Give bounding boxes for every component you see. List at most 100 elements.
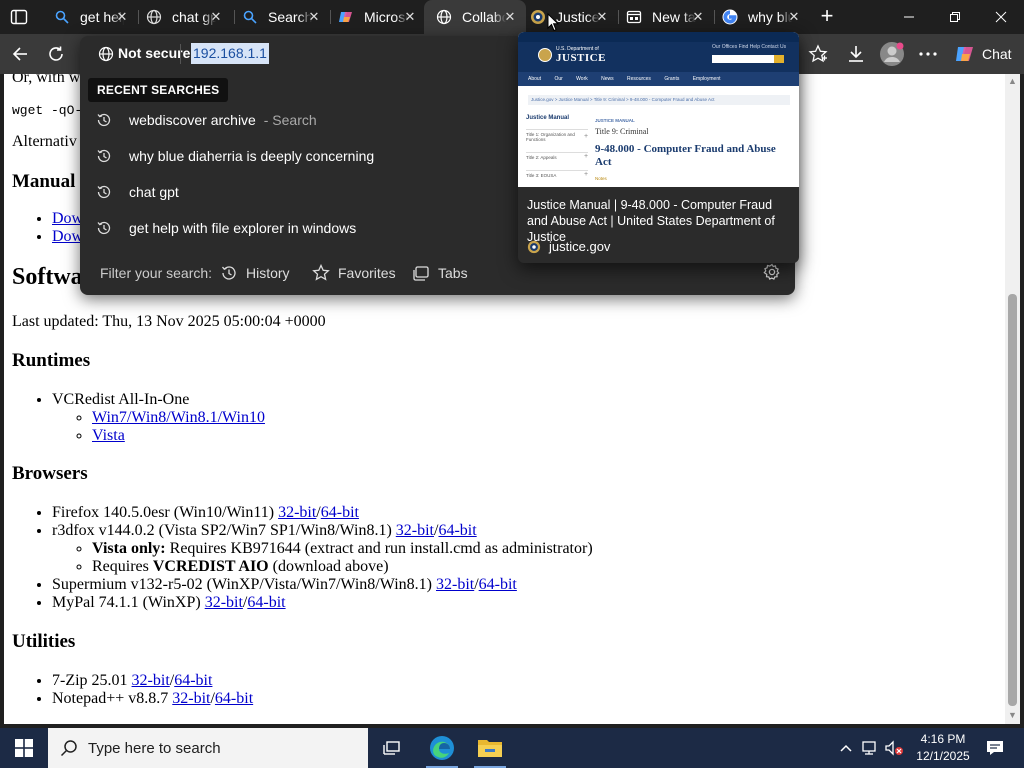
tab-search[interactable]: Search ✕ xyxy=(230,0,330,34)
suggestion-item[interactable]: webdiscover archive - Search xyxy=(80,103,518,137)
favorites-star-icon[interactable] xyxy=(806,42,830,66)
tab-new-tab[interactable]: New tab ✕ xyxy=(614,0,714,34)
vista-download-link[interactable]: Vista xyxy=(92,427,125,444)
download-32bit-link[interactable]: 32-bit xyxy=(205,594,243,611)
scroll-up-arrow-icon[interactable]: ▲ xyxy=(1007,76,1018,86)
download-64bit-link[interactable]: 64-bit xyxy=(174,672,212,689)
tab-get-help[interactable]: get help with file explorer ✕ xyxy=(42,0,138,34)
filter-history-button[interactable]: History xyxy=(220,263,290,283)
alternative-text: Alternativ xyxy=(12,133,77,150)
tabs-icon xyxy=(413,266,429,281)
show-hidden-icons-chevron-icon[interactable] xyxy=(836,738,856,758)
task-view-button[interactable] xyxy=(368,728,416,768)
download-64bit-link[interactable]: 64-bit xyxy=(479,576,517,593)
close-tab-icon[interactable]: ✕ xyxy=(594,9,610,25)
suggestion-item[interactable]: get help with file explorer in windows xyxy=(80,211,518,245)
download-32bit-link[interactable]: 32-bit xyxy=(132,672,170,689)
edge-taskbar-button[interactable] xyxy=(418,728,466,768)
search-icon xyxy=(54,9,70,25)
list-item: Firefox 140.5.0esr (Win10/Win11) 32-bit/… xyxy=(52,504,593,522)
network-icon[interactable] xyxy=(860,738,880,758)
close-tab-icon[interactable]: ✕ xyxy=(402,9,418,25)
volume-muted-icon[interactable] xyxy=(884,738,904,758)
download-32bit-link[interactable]: 32-bit xyxy=(278,504,316,521)
thumb-breadcrumb: Justice.gov > Justice Manual > Title 9: … xyxy=(528,95,790,105)
suggestion-item[interactable]: why blue diaherria is deeply concerning xyxy=(80,139,518,173)
list-item: r3dfox v144.0.2 (Vista SP2/Win7 SP1/Win8… xyxy=(52,522,593,576)
thumb-sidebar-item: Title 1: Organization and Functions xyxy=(526,129,588,142)
taskbar-search-box[interactable]: Type here to search xyxy=(48,728,368,768)
file-explorer-taskbar-button[interactable] xyxy=(466,728,514,768)
filter-tabs-button[interactable]: Tabs xyxy=(412,263,468,283)
download-32bit-link[interactable]: 32-bit xyxy=(396,522,434,539)
scrollbar-thumb[interactable] xyxy=(1008,294,1017,706)
notification-icon[interactable] xyxy=(984,738,1006,758)
item-text: Supermium v132-r5-02 (WinXP/Vista/Win7/W… xyxy=(52,576,436,593)
close-tab-icon[interactable]: ✕ xyxy=(502,9,518,25)
utilities-list: 7-Zip 25.01 32-bit/64-bit Notepad++ v8.8… xyxy=(52,672,253,708)
url-input[interactable]: 192.168.1.1 xyxy=(191,43,269,64)
copilot-chat-button[interactable]: Chat xyxy=(950,40,1020,68)
tab-actions-menu-icon[interactable] xyxy=(10,8,28,26)
wget-command: wget -qO- xyxy=(12,103,83,118)
download-64bit-link[interactable]: 64-bit xyxy=(438,522,476,539)
start-button[interactable] xyxy=(0,728,48,768)
filter-history-label: History xyxy=(246,265,290,281)
download-32bit-link[interactable]: 32-bit xyxy=(172,690,210,707)
minimize-button[interactable] xyxy=(886,0,932,34)
downloads-icon[interactable] xyxy=(844,42,868,66)
thumb-search-box xyxy=(712,55,774,63)
vista-only-label: Vista only: xyxy=(92,540,166,557)
win7-download-link[interactable]: Win7/Win8/Win8.1/Win10 xyxy=(92,409,265,426)
preview-title: Justice Manual | 9-48.000 - Computer Fra… xyxy=(527,198,775,244)
system-clock[interactable]: 4:16 PM 12/1/2025 xyxy=(912,731,974,765)
tab-why-blue[interactable]: why blue ✕ xyxy=(710,0,810,34)
close-tab-icon[interactable]: ✕ xyxy=(786,9,802,25)
vertical-scrollbar[interactable]: ▲ ▼ xyxy=(1005,74,1020,724)
tab-microsoft[interactable]: Microsoft ✕ xyxy=(326,0,426,34)
item-text: Notepad++ v8.8.7 xyxy=(52,690,173,707)
history-icon xyxy=(97,149,111,163)
divider xyxy=(180,44,181,64)
partial-text: Or, with w xyxy=(12,74,81,86)
tab-label: Collaborate xyxy=(462,9,506,25)
google-icon xyxy=(722,9,738,25)
scroll-down-arrow-icon[interactable]: ▼ xyxy=(1007,710,1018,720)
restore-button[interactable] xyxy=(932,0,978,34)
download-link[interactable]: Dow xyxy=(52,210,83,227)
thumb-header-links: Our Offices Find Help Contact Us xyxy=(712,44,787,50)
close-tab-icon[interactable]: ✕ xyxy=(114,9,130,25)
download-64bit-link[interactable]: 64-bit xyxy=(247,594,285,611)
download-64bit-link[interactable]: 64-bit xyxy=(215,690,253,707)
download-32bit-link[interactable]: 32-bit xyxy=(436,576,474,593)
close-window-button[interactable] xyxy=(978,0,1024,34)
search-icon xyxy=(60,740,77,757)
filter-favorites-button[interactable]: Favorites xyxy=(312,263,396,283)
back-button[interactable] xyxy=(8,42,32,66)
more-menu-icon[interactable] xyxy=(916,42,940,66)
tab-chat-gpt[interactable]: chat gpt ✕ xyxy=(134,0,232,34)
profile-avatar[interactable] xyxy=(878,40,906,68)
download-64bit-link[interactable]: 64-bit xyxy=(321,504,359,521)
close-tab-icon[interactable]: ✕ xyxy=(306,9,322,25)
suggestion-item[interactable]: chat gpt xyxy=(80,175,518,209)
copilot-icon xyxy=(956,47,973,61)
folder-icon xyxy=(478,740,502,757)
close-tab-icon[interactable]: ✕ xyxy=(690,9,706,25)
tab-collaborate[interactable]: Collaborate ✕ xyxy=(424,0,526,34)
doj-seal-icon xyxy=(527,240,541,253)
list-item: Notepad++ v8.8.7 32-bit/64-bit xyxy=(52,690,253,708)
list-item: VCRedist All-In-One Win7/Win8/Win8.1/Win… xyxy=(52,391,265,445)
gear-icon[interactable] xyxy=(763,263,781,281)
item-text: (download above) xyxy=(268,558,389,575)
history-icon xyxy=(97,185,111,199)
globe-icon xyxy=(146,9,162,25)
new-tab-button[interactable]: + xyxy=(816,5,838,28)
thumb-sidebar-item: Title 3: EOUSA xyxy=(526,170,588,178)
close-tab-icon[interactable]: ✕ xyxy=(208,9,224,25)
list-item: 7-Zip 25.01 32-bit/64-bit xyxy=(52,672,253,690)
browsers-list: Firefox 140.5.0esr (Win10/Win11) 32-bit/… xyxy=(52,504,593,612)
download-link[interactable]: Dow xyxy=(52,228,83,245)
refresh-button[interactable] xyxy=(44,42,68,66)
tab-justice-manual[interactable]: Justice Manual ✕ xyxy=(518,0,618,34)
